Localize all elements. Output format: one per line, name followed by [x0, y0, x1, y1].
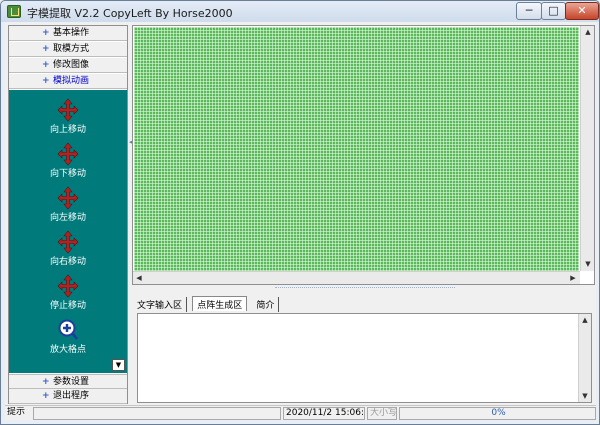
- move-arrows-icon: [57, 142, 79, 166]
- nav-item-label: 模拟动画: [53, 76, 90, 86]
- plus-icon: +: [42, 76, 50, 86]
- tool-label: 放大格点: [49, 345, 86, 355]
- plus-icon: +: [42, 28, 50, 38]
- nav-item-label: 取模方式: [53, 44, 90, 54]
- scroll-down-button[interactable]: ▼: [112, 359, 125, 371]
- plus-icon: +: [42, 377, 50, 387]
- window-title: 字模提取 V2.2 CopyLeft By Horse2000: [27, 7, 233, 20]
- animation-tools-panel: 向上移动 向下移动 向左移动 向右移动 停止移动 放大格点 ▼: [9, 90, 127, 373]
- app-icon: [7, 5, 21, 18]
- move-arrows-icon: [57, 186, 79, 210]
- tab-intro[interactable]: 简介: [252, 297, 280, 312]
- plus-icon: +: [42, 60, 50, 70]
- move-up-tool[interactable]: 向上移动: [9, 98, 127, 142]
- move-arrows-icon: [57, 274, 79, 298]
- tab-dot-matrix-output[interactable]: 点阵生成区: [192, 296, 248, 311]
- move-left-tool[interactable]: 向左移动: [9, 186, 127, 230]
- scroll-down-arrow[interactable]: ▼: [579, 390, 591, 402]
- maximize-button[interactable]: □: [541, 2, 566, 20]
- move-arrows-icon: [57, 98, 79, 122]
- tab-bar: 文字输入区 点阵生成区 简介: [133, 296, 281, 312]
- nav-item-animation[interactable]: + 模拟动画: [9, 74, 127, 89]
- plus-icon: +: [42, 391, 50, 401]
- app-window: 字模提取 V2.2 CopyLeft By Horse2000 ─ □ ✕ + …: [0, 0, 600, 425]
- status-hint: 提示: [7, 407, 26, 417]
- move-arrows-icon: [57, 230, 79, 254]
- horizontal-splitter[interactable]: [275, 287, 455, 293]
- tool-label: 向右移动: [49, 257, 86, 267]
- nav-item-settings[interactable]: + 参数设置: [9, 374, 127, 389]
- scroll-down-arrow[interactable]: ▼: [582, 258, 594, 270]
- nav-item-label: 基本操作: [53, 28, 90, 38]
- scroll-right-arrow[interactable]: ▶: [567, 272, 579, 284]
- text-vertical-scrollbar[interactable]: ▲ ▼: [578, 314, 591, 402]
- tool-label: 向左移动: [49, 213, 86, 223]
- tab-text-input[interactable]: 文字输入区: [133, 297, 188, 312]
- nav-item-label: 退出程序: [53, 391, 90, 401]
- nav-item-label: 参数设置: [53, 377, 90, 387]
- nav-item-exit[interactable]: + 退出程序: [9, 389, 127, 404]
- scroll-up-arrow[interactable]: ▲: [582, 26, 594, 38]
- move-down-tool[interactable]: 向下移动: [9, 142, 127, 186]
- client-area: + 基本操作 + 取模方式 + 修改图像 + 模拟动画 向上移动 向下移动 向左…: [5, 22, 596, 420]
- dot-matrix-panel: ▲ ▼ ◀ ▶: [132, 25, 595, 285]
- tool-label: 向下移动: [49, 169, 86, 179]
- move-right-tool[interactable]: 向右移动: [9, 230, 127, 274]
- status-bar: 提示 2020/11/2 15:06:09 大小写 0%: [5, 405, 596, 420]
- close-button[interactable]: ✕: [565, 2, 599, 20]
- status-progress: 0%: [399, 407, 596, 420]
- vertical-scrollbar[interactable]: ▲ ▼: [580, 26, 594, 271]
- tool-label: 停止移动: [49, 301, 86, 311]
- zoom-in-tool[interactable]: 放大格点: [9, 318, 127, 362]
- scroll-up-arrow[interactable]: ▲: [579, 314, 591, 326]
- dot-matrix-grid[interactable]: [134, 27, 579, 272]
- zoom-in-icon: [57, 318, 79, 342]
- nav-item-edit-image[interactable]: + 修改图像: [9, 58, 127, 73]
- status-datetime: 2020/11/2 15:06:09: [283, 407, 365, 420]
- stop-move-tool[interactable]: 停止移动: [9, 274, 127, 318]
- tool-label: 向上移动: [49, 125, 86, 135]
- left-panel: + 基本操作 + 取模方式 + 修改图像 + 模拟动画 向上移动 向下移动 向左…: [8, 25, 128, 404]
- nav-item-label: 修改图像: [53, 60, 90, 70]
- horizontal-scrollbar[interactable]: ◀ ▶: [133, 271, 580, 284]
- plus-icon: +: [42, 44, 50, 54]
- minimize-button[interactable]: ─: [516, 2, 542, 20]
- scroll-left-arrow[interactable]: ◀: [133, 272, 145, 284]
- title-bar[interactable]: 字模提取 V2.2 CopyLeft By Horse2000 ─ □ ✕: [1, 1, 599, 22]
- nav-item-mode[interactable]: + 取模方式: [9, 42, 127, 57]
- status-caps: 大小写: [367, 407, 397, 420]
- status-message: [33, 407, 281, 420]
- output-text-area[interactable]: ▲ ▼: [137, 313, 592, 403]
- nav-item-basic-ops[interactable]: + 基本操作: [9, 26, 127, 41]
